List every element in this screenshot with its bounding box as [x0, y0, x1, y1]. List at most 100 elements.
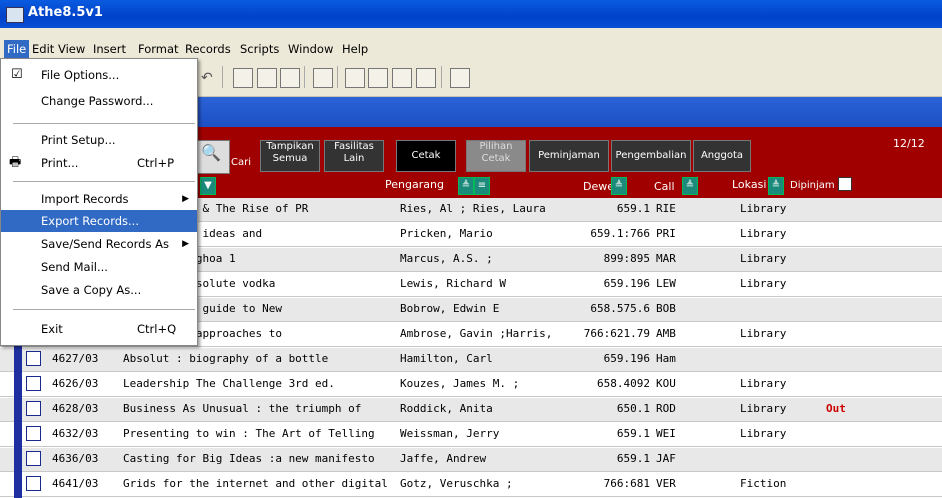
other-facilities-button[interactable]: Fasilitas Lain [324, 140, 384, 172]
print-options-button[interactable]: Pilihan Cetak [466, 140, 526, 172]
row-checkbox[interactable] [26, 426, 41, 441]
magnifier-icon: 🔍 [201, 143, 221, 162]
omit-icon[interactable] [416, 68, 436, 88]
menu-item-label: Exit [41, 322, 63, 336]
dewey-number: 659.1 [616, 427, 650, 440]
dewey-number: 766:681 [603, 477, 650, 490]
sort-author-desc-button[interactable]: ≡ [474, 177, 490, 195]
row-checkbox[interactable] [26, 351, 41, 366]
location: Library [740, 377, 787, 390]
row-checkbox[interactable] [26, 401, 41, 416]
table-row[interactable]: 4641/03 Grids for the internet and other … [0, 473, 942, 497]
location: Library [740, 202, 787, 215]
menu-item-change-password[interactable]: Change Password... [1, 90, 197, 112]
menu-item-label: Change Password... [41, 94, 154, 108]
new-record-icon[interactable] [233, 68, 253, 88]
show-all-button[interactable]: Tampikan Semua [260, 140, 320, 172]
author: Weissman, Jerry [400, 427, 500, 440]
menu-item-shortcut: Ctrl+P [137, 156, 175, 170]
record-count: 12/12 [893, 137, 925, 150]
menu-item-export-records[interactable]: Export Records... [1, 210, 197, 232]
delete-record-icon[interactable] [280, 68, 300, 88]
loan-button[interactable]: Peminjaman [529, 140, 609, 172]
menu-view[interactable]: View [55, 40, 88, 58]
show-all-line2: Semua [272, 153, 308, 164]
menu-window[interactable]: Window [285, 40, 336, 58]
print-button[interactable]: Cetak [396, 140, 456, 172]
call-number: MAR [656, 252, 676, 265]
menu-item-label: Print... [41, 156, 79, 170]
record-id: 4628/03 [52, 402, 99, 415]
author: Hamilton, Carl [400, 352, 493, 365]
record-id: 4641/03 [52, 477, 99, 490]
return-button[interactable]: Pengembalian [611, 140, 691, 172]
table-row[interactable]: 4626/03 Leadership The Challenge 3rd ed. … [0, 373, 942, 397]
record-id: 4632/03 [52, 427, 99, 440]
print-options-line1: Pilihan [479, 141, 513, 152]
call-number: JAF [656, 452, 676, 465]
header-author: Pengarang [385, 178, 444, 191]
menu-item-label: Save/Send Records As [41, 237, 169, 251]
menu-item-print[interactable]: 🖶 Print... Ctrl+P [1, 152, 197, 174]
sort-title-button[interactable]: ▼ [200, 177, 216, 195]
sort-call-button[interactable]: ≜ [682, 177, 698, 195]
menu-item-print-setup[interactable]: Print Setup... [1, 129, 197, 151]
borrowed-filter-icon[interactable] [838, 177, 852, 191]
dewey-number: 659.1 [616, 202, 650, 215]
search-button-label: Cari [231, 157, 251, 168]
menu-records[interactable]: Records [182, 40, 234, 58]
sort-location-button[interactable]: ≜ [768, 177, 784, 195]
menu-file[interactable]: File [4, 40, 30, 58]
menu-item-import-records[interactable]: Import Records ▶ [1, 188, 197, 210]
row-checkbox[interactable] [26, 451, 41, 466]
header-call: Call [654, 180, 675, 193]
author: Ambrose, Gavin ;Harris, [400, 327, 553, 340]
location: Library [740, 277, 787, 290]
menu-format[interactable]: Format [135, 40, 182, 58]
menu-item-save-send-records[interactable]: Save/Send Records As ▶ [1, 233, 197, 255]
find-icon[interactable] [345, 68, 365, 88]
location: Library [740, 427, 787, 440]
author: Lewis, Richard W [400, 277, 506, 290]
sort-author-asc-button[interactable]: ≜ [458, 177, 474, 195]
find-next-icon[interactable] [368, 68, 388, 88]
search-button[interactable]: 🔍 Cari [196, 140, 251, 174]
sort-dewey-button[interactable]: ≜ [611, 177, 627, 195]
call-number: PRI [656, 227, 676, 240]
app-icon [6, 7, 24, 23]
menu-item-send-mail[interactable]: Send Mail... [1, 256, 197, 278]
author: Bobrow, Edwin E [400, 302, 500, 315]
table-row[interactable]: 4636/03 Casting for Big Ideas :a new mani… [0, 448, 942, 472]
call-number: ROD [656, 402, 676, 415]
menu-scripts[interactable]: Scripts [237, 40, 282, 58]
find-all-icon[interactable] [392, 68, 412, 88]
menu-item-save-copy[interactable]: Save a Copy As... [1, 279, 197, 301]
menu-item-exit[interactable]: Exit Ctrl+Q [1, 318, 197, 340]
menu-edit[interactable]: Edit [29, 40, 57, 58]
table-row[interactable]: 4627/03 Absolut : biography of a bottle Ha… [0, 348, 942, 372]
dewey-number: 766:621.79 [583, 327, 650, 340]
table-row[interactable]: 4628/03 Business As Unusual : the triumph… [0, 398, 942, 422]
members-button[interactable]: Anggota [693, 140, 751, 172]
location: Library [740, 252, 787, 265]
author: Jaffe, Andrew [400, 452, 487, 465]
row-checkbox[interactable] [26, 476, 41, 491]
menu-item-label: Send Mail... [41, 260, 108, 274]
toolbar-separator [304, 66, 305, 88]
undo-icon[interactable]: ↶ [201, 70, 213, 86]
duplicate-record-icon[interactable] [257, 68, 277, 88]
header-borrowed: Dipinjam [790, 180, 835, 191]
file-menu-dropdown: ☑ File Options... Change Password... Pri… [0, 58, 198, 346]
sort-icon[interactable] [313, 68, 333, 88]
menu-item-label: Save a Copy As... [41, 283, 142, 297]
facilities-line1: Fasilitas [334, 141, 374, 152]
menu-help[interactable]: Help [339, 40, 371, 58]
menu-insert[interactable]: Insert [90, 40, 129, 58]
loan-status: Out [826, 402, 846, 415]
author: Ries, Al ; Ries, Laura [400, 202, 546, 215]
row-checkbox[interactable] [26, 376, 41, 391]
menu-item-file-options[interactable]: ☑ File Options... [1, 64, 197, 86]
menu-item-label: Import Records [41, 192, 129, 206]
table-row[interactable]: 4632/03 Presenting to win : The Art of Te… [0, 423, 942, 447]
help-icon[interactable] [450, 68, 470, 88]
